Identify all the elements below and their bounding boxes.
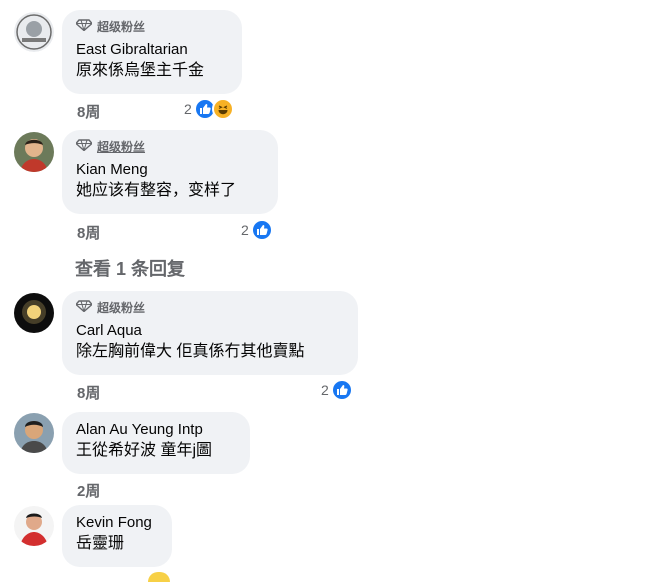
top-fan-badge[interactable]: 超级粉丝 [75,138,264,154]
avatar[interactable] [14,132,54,172]
view-replies-link[interactable]: 查看 1 条回复 [75,255,185,281]
reaction-count: 2 [241,222,249,238]
reaction-summary[interactable]: 2 [321,379,353,401]
comment-text: 岳靈珊 [76,535,125,552]
comment-time[interactable]: 2周 [77,480,100,501]
top-fan-badge[interactable]: 超级粉丝 [75,18,228,34]
diamond-icon [75,299,93,315]
badge-label: 超级粉丝 [97,19,146,34]
comment-time[interactable]: 8周 [77,382,100,403]
avatar[interactable] [14,293,54,333]
commenter-name[interactable]: Carl Aqua [76,321,344,340]
reaction-summary[interactable]: 2 [241,219,273,241]
diamond-icon [75,138,93,154]
diamond-icon [75,18,93,34]
comment-text: 原來係烏堡主千金 [76,62,205,79]
commenter-name[interactable]: East Gibraltarian [76,40,228,59]
comment-text: 除左胸前偉大 佢真係冇其他賣點 [76,343,305,360]
commenter-name[interactable]: Kian Meng [76,160,264,179]
like-icon [250,219,273,241]
badge-label: 超级粉丝 [97,300,146,315]
comment-bubble: Kevin Fong 岳靈珊 [62,505,172,567]
comment-bubble: Alan Au Yeung Intp 王從希好波 童年j圖 [62,412,250,474]
reaction-count: 2 [321,382,329,398]
commenter-name[interactable]: Kevin Fong [76,513,158,532]
comment-text: 王從希好波 童年j圖 [76,442,213,459]
avatar[interactable] [14,506,54,546]
comment-bubble: 超级粉丝 Kian Meng 她应该有整容，变样了 [62,130,278,214]
reaction-icon-partial [148,572,170,582]
badge-label: 超级粉丝 [97,139,146,154]
comment-time[interactable]: 8周 [77,222,100,243]
haha-icon [211,98,234,120]
commenter-name[interactable]: Alan Au Yeung Intp [76,420,236,439]
comment-bubble: 超级粉丝 Carl Aqua 除左胸前偉大 佢真係冇其他賣點 [62,291,358,375]
reaction-count: 2 [184,101,192,117]
top-fan-badge[interactable]: 超级粉丝 [75,299,344,315]
comment-text: 她应该有整容，变样了 [76,182,237,199]
like-icon [330,379,353,401]
avatar[interactable] [14,12,54,52]
comment-bubble: 超级粉丝 East Gibraltarian 原來係烏堡主千金 [62,10,242,94]
avatar[interactable] [14,413,54,453]
reaction-summary[interactable]: 2 [184,98,234,120]
comment-time[interactable]: 8周 [77,101,100,122]
